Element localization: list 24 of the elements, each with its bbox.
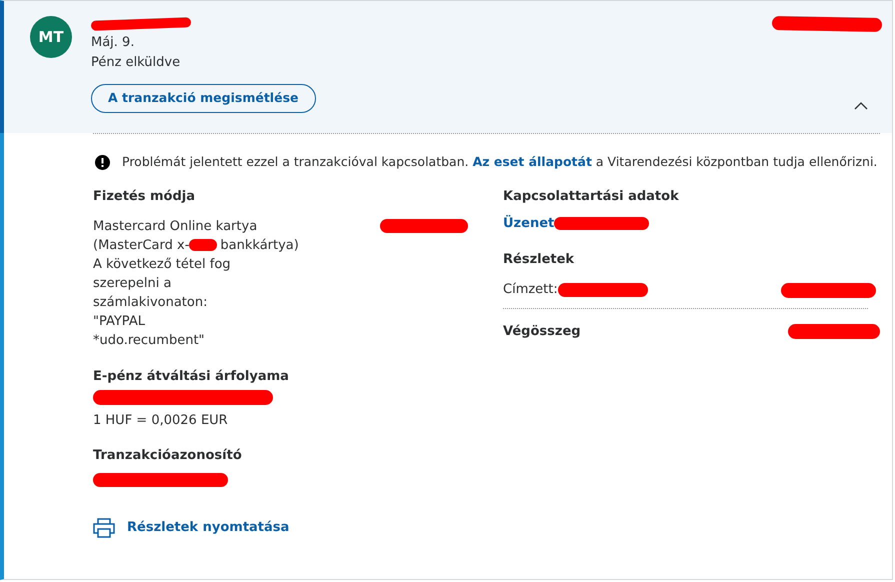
exchange-rate: 1 HUF = 0,0026 EUR	[93, 412, 229, 430]
print-link[interactable]: Részletek nyomtatása	[93, 518, 290, 538]
section-heading: Tranzakcióazonosító	[93, 447, 243, 466]
transaction-status: Pénz elküldve	[91, 54, 182, 72]
section-heading: Fizetés módja	[93, 188, 196, 206]
total-label: Végösszeg	[503, 322, 581, 341]
repeat-button[interactable]: A tranzakció megismétlése	[91, 84, 316, 113]
transaction-date: Máj. 9.	[91, 34, 136, 52]
redaction-mark	[189, 239, 218, 252]
case-status-link[interactable]: Az eset állapotát	[472, 154, 592, 169]
section-heading: E-pénz átváltási árfolyama	[93, 368, 290, 386]
message-link[interactable]: Üzenet	[503, 214, 554, 234]
printer-icon	[93, 518, 115, 538]
card-type: bankkártya)	[220, 236, 299, 255]
section-heading: Kapcsolattartási adatok	[503, 188, 680, 206]
alert-icon	[95, 154, 110, 170]
statement-descriptor: A következő tétel fog szerepelni a számlakivonaton: "PAYPAL *udo.recumbent"	[93, 256, 232, 350]
notice-text: Problémát jelentett ezzel a tranzakcióval kapcsolatban. Az eset állapotát a Vitarendezési központban tudja ellenőrizni.	[122, 153, 878, 171]
section-heading: Részletek	[503, 251, 576, 270]
card-number-prefix: (MasterCard x-	[93, 236, 190, 255]
recipient-label: Címzett:	[503, 281, 558, 300]
card-name: Mastercard Online kartya	[93, 218, 258, 236]
collapse-chevron-icon[interactable]	[854, 101, 868, 110]
avatar: MT	[30, 16, 72, 58]
